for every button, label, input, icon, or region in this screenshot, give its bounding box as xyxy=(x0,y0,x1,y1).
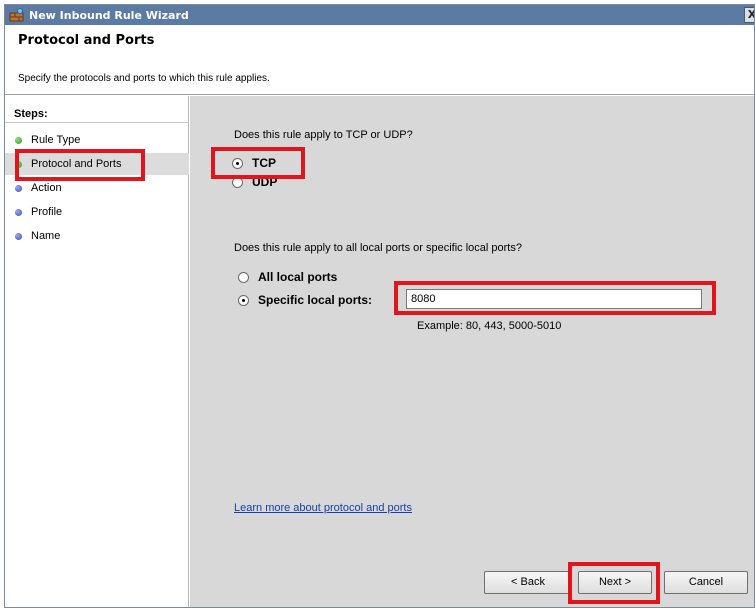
close-button[interactable]: X xyxy=(744,7,754,23)
specific-ports-input[interactable] xyxy=(406,289,702,309)
step-label: Name xyxy=(31,230,61,242)
step-label: Protocol and Ports xyxy=(31,158,122,170)
udp-label[interactable]: UDP xyxy=(252,175,277,189)
step-name[interactable]: Name xyxy=(5,225,189,247)
tcp-radio[interactable] xyxy=(232,157,243,169)
tcp-radio-option[interactable]: TCP xyxy=(232,156,276,170)
step-protocol-and-ports[interactable]: Protocol and Ports xyxy=(5,153,189,175)
next-button[interactable]: Next > xyxy=(578,571,652,594)
step-current-icon xyxy=(15,160,22,168)
back-button[interactable]: < Back xyxy=(484,571,572,594)
steps-panel: Steps: Rule Type Protocol and Ports Acti… xyxy=(5,96,189,607)
step-label: Profile xyxy=(31,206,63,218)
step-profile[interactable]: Profile xyxy=(5,201,189,223)
title-bar[interactable]: New Inbound Rule Wizard X xyxy=(5,5,754,25)
window-title: New Inbound Rule Wizard xyxy=(29,8,189,22)
page-subtitle: Specify the protocols and ports to which… xyxy=(18,73,270,84)
specific-ports-label[interactable]: Specific local ports: xyxy=(258,293,372,307)
all-ports-label[interactable]: All local ports xyxy=(258,270,337,284)
specific-ports-radio-option[interactable]: Specific local ports: xyxy=(238,293,372,307)
content-panel xyxy=(190,96,754,607)
step-pending-icon xyxy=(15,184,22,192)
ports-question: Does this rule apply to all local ports … xyxy=(234,242,522,254)
udp-radio[interactable] xyxy=(232,176,243,188)
all-ports-radio-option[interactable]: All local ports xyxy=(238,270,337,284)
protocol-question: Does this rule apply to TCP or UDP? xyxy=(234,129,413,141)
tcp-label[interactable]: TCP xyxy=(252,156,276,170)
step-pending-icon xyxy=(15,208,22,216)
step-label: Rule Type xyxy=(31,134,81,146)
specific-ports-radio[interactable] xyxy=(238,294,249,306)
wizard-window: New Inbound Rule Wizard X Protocol and P… xyxy=(4,4,755,608)
steps-title: Steps: xyxy=(14,108,48,120)
step-action[interactable]: Action xyxy=(5,177,189,199)
all-ports-radio[interactable] xyxy=(238,271,249,283)
page-title: Protocol and Ports xyxy=(18,33,155,48)
step-rule-type[interactable]: Rule Type xyxy=(5,129,189,151)
learn-more-link[interactable]: Learn more about protocol and ports xyxy=(234,502,412,514)
cancel-button[interactable]: Cancel xyxy=(664,571,748,594)
ports-example: Example: 80, 443, 5000-5010 xyxy=(417,320,562,332)
udp-radio-option[interactable]: UDP xyxy=(232,175,277,189)
wizard-header: Protocol and Ports Specify the protocols… xyxy=(5,25,754,95)
step-done-icon xyxy=(15,136,22,144)
steps-divider xyxy=(5,122,189,123)
firewall-icon xyxy=(9,8,25,22)
step-label: Action xyxy=(31,182,62,194)
step-pending-icon xyxy=(15,232,22,240)
